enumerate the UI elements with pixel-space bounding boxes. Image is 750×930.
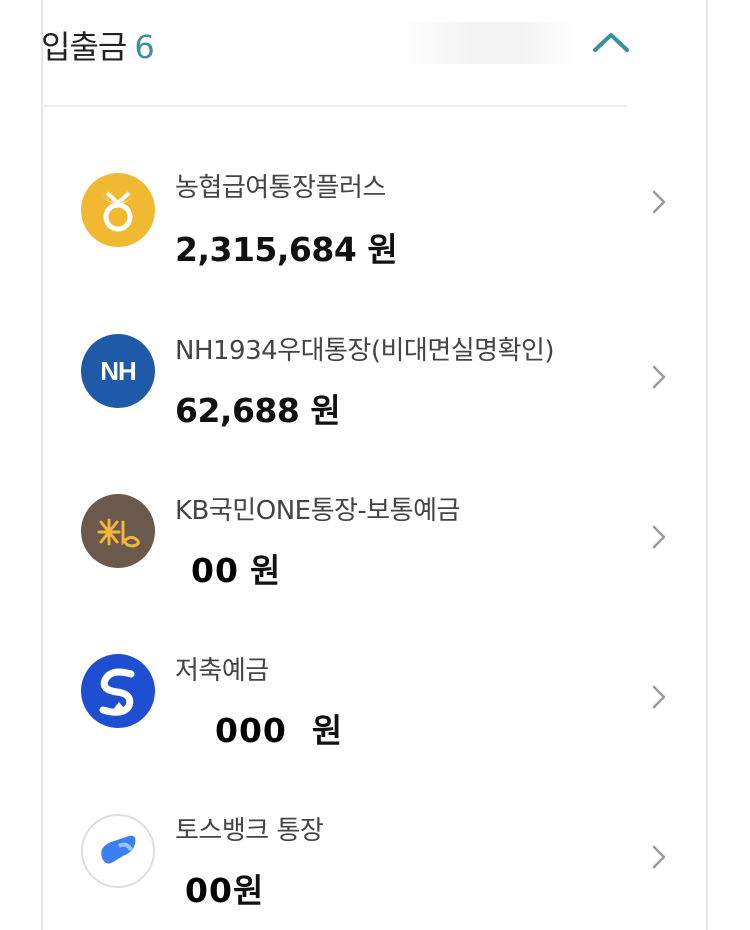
chevron-right-icon — [652, 685, 666, 709]
section-title-label: 입출금 — [41, 28, 127, 66]
account-name: 토스뱅크 통장 — [175, 816, 324, 846]
currency-unit: 원 — [310, 391, 341, 430]
hidden-total-blur — [398, 22, 578, 64]
account-balance: 62,688 원 — [175, 384, 341, 432]
balance-value: 62,688 — [175, 391, 300, 430]
account-balance: 00 원 — [175, 544, 280, 592]
shinhan-icon — [81, 654, 155, 728]
balance-value: 000 — [215, 711, 287, 750]
collapse-button[interactable] — [591, 24, 631, 58]
toss-icon — [81, 814, 155, 888]
account-name: KB국민ONE통장-보통예금 — [175, 496, 460, 526]
account-item-nh-salary[interactable]: 농협급여통장플러스 2,315,684 원 — [41, 145, 668, 269]
account-name: 농협급여통장플러스 — [175, 173, 386, 203]
account-balance: 00원 — [175, 864, 263, 912]
balance-value: 2,315,684 — [175, 230, 357, 269]
account-count: 6 — [134, 28, 154, 66]
currency-unit: 원 — [367, 230, 398, 269]
account-balance: 2,315,684 원 — [175, 223, 398, 271]
account-balance: 000 원 — [175, 704, 342, 752]
chevron-right-icon — [652, 525, 666, 549]
divider — [41, 105, 627, 107]
balance-value: 00 — [191, 551, 239, 590]
section-header: 입출금 6 — [41, 0, 668, 106]
nh-gold-icon — [81, 173, 155, 247]
chevron-right-icon — [652, 845, 666, 869]
account-item-nh1934[interactable]: NH NH1934우대통장(비대면실명확인) 62,688 원 — [41, 310, 668, 430]
currency-unit: 원 — [311, 711, 342, 750]
chevron-right-icon — [652, 365, 666, 389]
currency-unit: 원 — [249, 551, 280, 590]
chevron-up-icon — [593, 33, 629, 52]
account-name: NH1934우대통장(비대면실명확인) — [175, 336, 555, 366]
nh-blue-icon: NH — [81, 334, 155, 408]
currency-unit: 원 — [232, 871, 263, 910]
account-name: 저축예금 — [175, 656, 269, 686]
svg-text:NH: NH — [100, 356, 136, 386]
balance-value: 00 — [185, 871, 233, 910]
section-title: 입출금 6 — [41, 22, 155, 68]
account-item-toss[interactable]: 토스뱅크 통장 00원 — [41, 790, 668, 910]
account-item-savings[interactable]: 저축예금 000 원 — [41, 630, 668, 750]
kb-icon — [81, 494, 155, 568]
chevron-right-icon — [652, 190, 666, 214]
account-item-kb[interactable]: KB국민ONE통장-보통예금 00 원 — [41, 470, 668, 590]
